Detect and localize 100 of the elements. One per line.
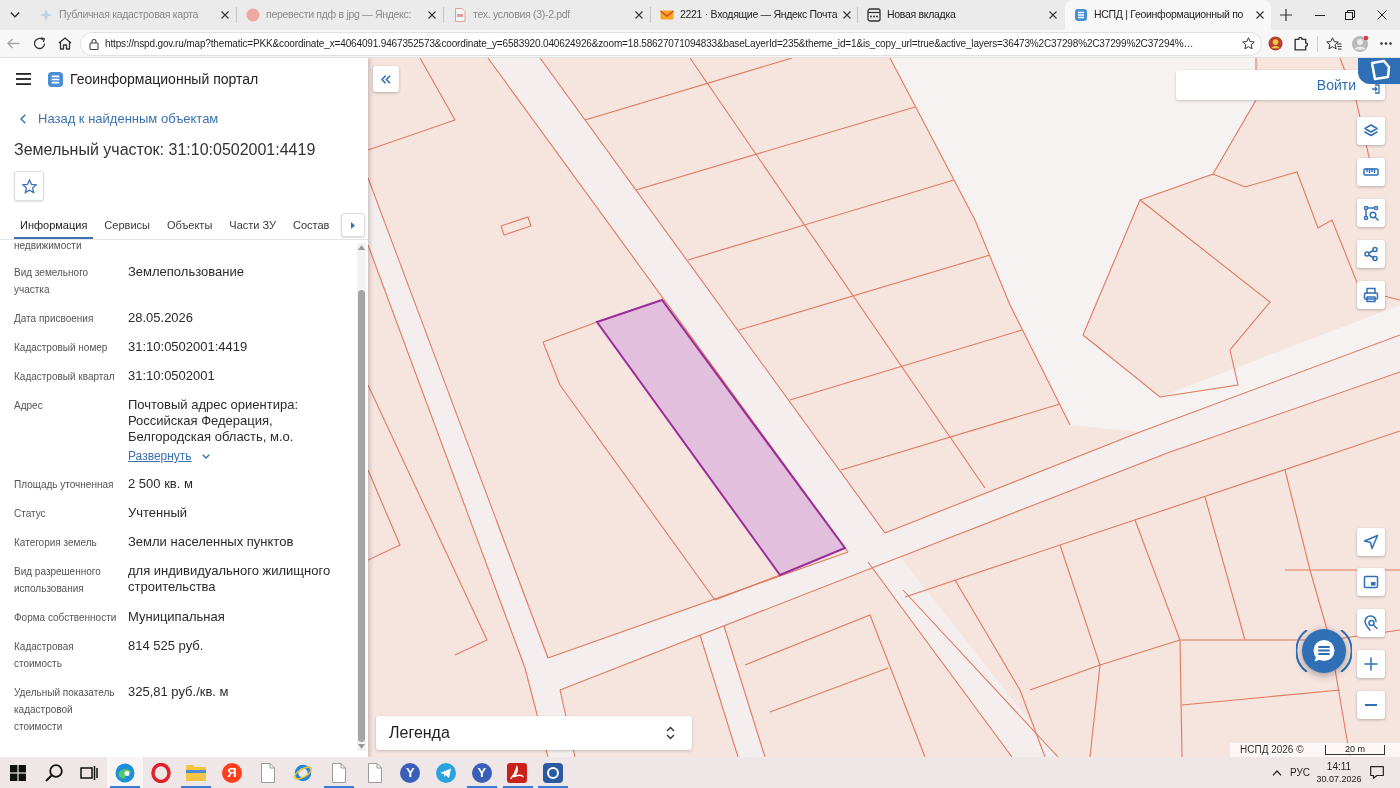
share-button[interactable] (1357, 240, 1385, 268)
close-icon[interactable] (1049, 11, 1057, 19)
document-icon (332, 762, 347, 783)
document-icon (453, 8, 467, 22)
scroll-tabs-button[interactable] (341, 213, 365, 237)
scroll-down-icon[interactable] (358, 744, 365, 749)
field-label: Удельный показатель кадастровой стоимости (14, 686, 115, 734)
chevron-down-icon[interactable] (10, 12, 20, 18)
navigation-arrow-icon[interactable] (1363, 534, 1379, 550)
taskbar-button[interactable]: Я (214, 757, 250, 788)
home-icon[interactable] (58, 37, 72, 50)
panel-tab[interactable]: Сервисы (98, 213, 156, 239)
area-search-button[interactable] (1357, 199, 1385, 227)
restore-icon[interactable] (1345, 10, 1355, 20)
login-link[interactable]: Войти (1316, 74, 1356, 96)
close-icon[interactable] (428, 11, 436, 19)
panel-tab[interactable]: Состав (287, 213, 336, 239)
taskbar-button[interactable]: Y (392, 757, 429, 788)
map-logo-icon[interactable] (1358, 58, 1400, 84)
menu-icon[interactable] (16, 73, 31, 85)
clock-time[interactable]: 14:11 (1326, 760, 1352, 773)
star-icon[interactable] (21, 178, 37, 194)
close-icon[interactable] (1377, 10, 1387, 20)
zoom-in-button[interactable] (1357, 650, 1385, 678)
field-value: 325,81 руб./кв. м (128, 684, 229, 700)
locate-button[interactable] (1357, 528, 1385, 556)
browser-tab[interactable]: 2221 · Входящие — Яндекс Почта (651, 0, 857, 30)
location-search-button[interactable] (1357, 609, 1385, 637)
field-label: Кадастровый квартал (14, 370, 115, 384)
measure-button[interactable] (1357, 158, 1385, 186)
browser-tab[interactable]: Новая вкладка (858, 0, 1064, 30)
share-icon[interactable] (1363, 246, 1379, 262)
folder-icon (186, 764, 207, 781)
field-value: 31:10:0502001 (128, 368, 215, 384)
reload-icon[interactable] (32, 37, 46, 50)
chevron-down-icon[interactable] (201, 453, 210, 459)
panel-tab[interactable]: Части ЗУ (223, 213, 282, 239)
favorites-icon[interactable] (1326, 37, 1342, 50)
avatar-icon[interactable] (1351, 34, 1369, 53)
puzzle-icon[interactable] (1294, 36, 1308, 51)
field-label: Дата присвоения (14, 312, 94, 326)
language-indicator[interactable]: РУС (1289, 765, 1310, 780)
star-icon[interactable] (1242, 37, 1255, 50)
orbit-logo-icon (293, 762, 314, 783)
favorite-button[interactable] (14, 171, 44, 201)
search-icon (44, 763, 63, 782)
legend-button[interactable]: Легенда (376, 716, 692, 750)
close-icon[interactable] (843, 11, 852, 19)
minimize-icon[interactable] (1315, 14, 1325, 16)
scroll-up-icon[interactable] (358, 245, 365, 250)
caret-right-icon[interactable] (351, 221, 355, 229)
collapse-panel-button[interactable] (373, 66, 399, 92)
browser-tab[interactable]: НСПД | Геоинформационный по (1065, 0, 1271, 30)
back-link[interactable]: Назад к найденным объектам (38, 109, 219, 129)
more-icon[interactable] (1380, 42, 1392, 45)
field-value: 31:10:0502001:4419 (128, 339, 248, 355)
print-icon[interactable] (1363, 287, 1379, 303)
minimap-icon[interactable] (1363, 574, 1379, 590)
letter-logo: Y (471, 762, 492, 783)
ring-logo-icon (150, 762, 171, 783)
task-view-icon (80, 764, 99, 781)
plus-icon[interactable] (1280, 9, 1292, 21)
zoom-out-button[interactable] (1357, 691, 1385, 719)
circle-logo-icon (246, 8, 260, 22)
login-icon[interactable] (1371, 84, 1380, 94)
layers-icon[interactable] (1363, 123, 1379, 139)
close-icon[interactable] (1256, 11, 1264, 19)
chevron-up-icon[interactable] (1271, 769, 1282, 776)
address-field[interactable]: https://nspd.gov.ru/map?thematic=PKK&coordinate_x=4064091.9467352573&coordinate_y=6583920.040624926&zoom=18.58627071094833&baseLayerId=235&theme_id=1&is_copy_url=true&active_layers=36473%2C37298%2C37299%2C37294%… (80, 31, 1262, 56)
minimap-button[interactable] (1357, 568, 1385, 596)
ring-tile-icon (543, 762, 564, 783)
lock-icon[interactable] (89, 37, 99, 50)
panel-tab[interactable]: Объекты (160, 213, 219, 239)
double-chevron-left-icon[interactable] (381, 74, 391, 84)
print-button[interactable] (1357, 281, 1385, 309)
logo-icon (1074, 8, 1088, 22)
scrollbar-thumb[interactable] (358, 290, 365, 742)
panel-tab[interactable]: Информация (14, 213, 94, 239)
person-badge-icon[interactable] (1267, 36, 1283, 51)
chat-icon[interactable] (1313, 640, 1335, 662)
chevron-left-icon[interactable] (20, 114, 26, 124)
layers-button[interactable] (1357, 117, 1385, 145)
clock-date[interactable]: 30.07.2026 (1316, 773, 1362, 785)
logo-icon (48, 71, 63, 87)
field-value: Земли населенных пунктов (128, 534, 294, 550)
app-title: Геоинформационный портал (70, 69, 259, 89)
taskbar-button[interactable]: Y (463, 757, 500, 788)
area-search-icon[interactable] (1363, 205, 1379, 221)
field-label: Адрес (14, 399, 43, 413)
location-search-icon[interactable] (1363, 615, 1379, 631)
field-label: Кадастровый номер (14, 341, 108, 355)
close-icon[interactable] (221, 11, 229, 19)
letter-logo: Y (400, 762, 421, 783)
plus-icon[interactable] (1363, 656, 1379, 672)
expand-link[interactable]: Развернуть (128, 448, 192, 464)
close-icon[interactable] (635, 11, 643, 19)
expand-icon[interactable] (666, 726, 675, 740)
notification-icon[interactable] (1370, 766, 1384, 779)
minus-icon[interactable] (1364, 704, 1378, 706)
scrollbar[interactable] (357, 243, 366, 751)
